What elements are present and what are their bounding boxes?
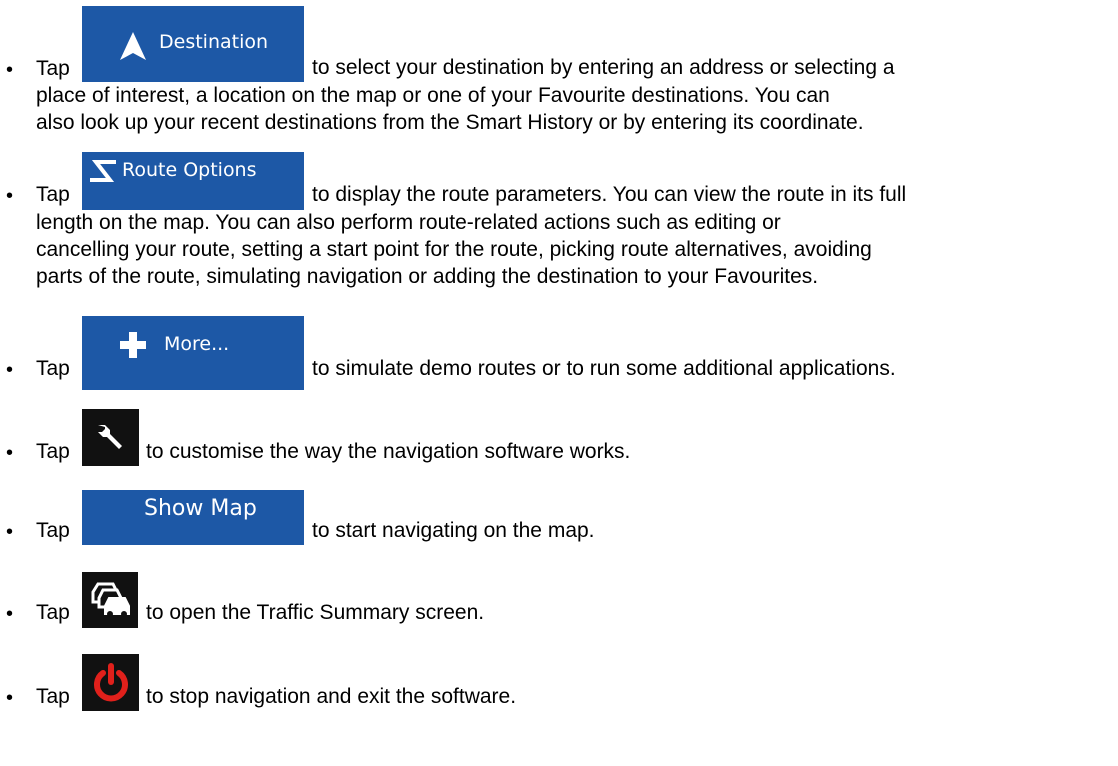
route-s-icon [90, 160, 116, 182]
tap-word: Tap [36, 440, 70, 463]
item-text-line: parts of the route, simulating navigatio… [36, 265, 819, 288]
item-text-line: also look up your recent destinations fr… [36, 111, 864, 134]
bullet: • [6, 603, 14, 625]
item-text-line: length on the map. You can also perform … [36, 211, 781, 234]
destination-button-label: Destination [159, 31, 269, 53]
route-options-button[interactable]: Route Options [82, 152, 304, 210]
tap-word: Tap [36, 519, 70, 542]
power-icon [94, 663, 128, 702]
tap-word: Tap [36, 357, 70, 380]
bullet: • [6, 185, 14, 207]
item-text-first: to open the Traffic Summary screen. [146, 601, 485, 624]
traffic-button[interactable] [82, 572, 138, 628]
wrench-icon [98, 425, 122, 449]
bullet: • [6, 521, 14, 543]
route-options-button-label: Route Options [122, 159, 257, 181]
item-text-first: to select your destination by entering a… [312, 56, 895, 79]
bullet: • [6, 59, 14, 81]
settings-button[interactable] [82, 409, 139, 466]
item-text-line: place of interest, a location on the map… [36, 84, 830, 107]
exit-button[interactable] [82, 654, 139, 711]
more-button[interactable]: More... [82, 316, 304, 390]
item-text-first: to display the route parameters. You can… [312, 183, 907, 206]
bullet: • [6, 687, 14, 709]
show-map-button[interactable]: Show Map [82, 490, 304, 545]
item-text-first: to start navigating on the map. [312, 519, 595, 542]
destination-button[interactable]: Destination [82, 6, 304, 82]
tap-word: Tap [36, 57, 70, 80]
item-text-first: to customise the way the navigation soft… [146, 440, 631, 463]
tap-word: Tap [36, 183, 70, 206]
navigation-arrow-icon [120, 32, 146, 60]
show-map-button-label: Show Map [144, 496, 257, 521]
more-button-label: More... [164, 333, 230, 355]
plus-icon [120, 332, 146, 358]
bullet: • [6, 359, 14, 381]
tap-word: Tap [36, 685, 70, 708]
item-text-first: to stop navigation and exit the software… [146, 685, 517, 708]
bullet: • [6, 442, 14, 464]
item-text-first: to simulate demo routes or to run some a… [312, 357, 896, 380]
item-text-line: cancelling your route, setting a start p… [36, 238, 872, 261]
traffic-cars-icon [91, 582, 130, 617]
tap-word: Tap [36, 601, 70, 624]
